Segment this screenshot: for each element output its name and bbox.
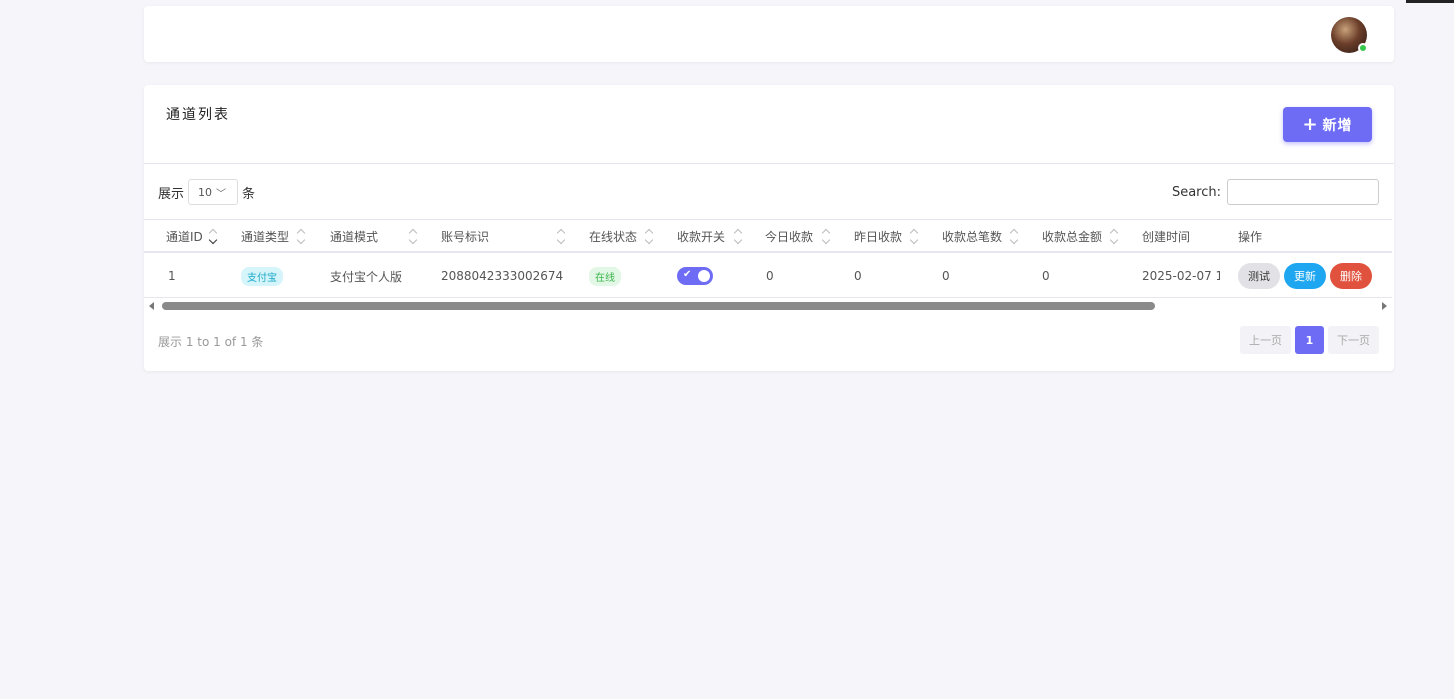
cell-yesterday: 0 bbox=[854, 269, 862, 283]
alipay-badge: 支付宝 bbox=[241, 266, 283, 286]
column-header-actions: 操作 bbox=[1238, 229, 1263, 244]
column-header-today[interactable]: 今日收款 bbox=[765, 220, 813, 252]
cell-status: 在线 bbox=[589, 254, 621, 298]
page-length-select[interactable]: 10 ﹀ bbox=[188, 179, 239, 205]
column-header-mode[interactable]: 通道模式 bbox=[330, 220, 378, 252]
window-corner-bar bbox=[1406, 0, 1454, 3]
cell-switch: ✔ bbox=[677, 254, 713, 298]
column-header-type[interactable]: 通道类型 bbox=[241, 220, 289, 252]
check-icon: ✔ bbox=[683, 269, 692, 280]
table-row: 1 支付宝 支付宝个人版 2088042333002674 在线 ✔ 0 0 0… bbox=[144, 254, 1392, 298]
table-header: 通道ID 通道类型 通道模式 账号标识 在线状态 收款开关 今日收款 昨日收款 … bbox=[144, 219, 1392, 253]
column-header-id[interactable]: 通道ID bbox=[166, 220, 203, 252]
scrollbar-thumb[interactable] bbox=[162, 302, 1155, 310]
chevron-down-icon: ﹀ bbox=[216, 188, 227, 200]
toggle-knob bbox=[698, 270, 710, 282]
add-channel-button[interactable]: + 新增 bbox=[1283, 107, 1372, 142]
search-input[interactable] bbox=[1227, 179, 1379, 205]
sort-icon[interactable] bbox=[909, 227, 919, 245]
cell-today: 0 bbox=[766, 269, 774, 283]
search-control: Search: bbox=[1172, 179, 1379, 205]
sort-icon[interactable] bbox=[644, 227, 654, 245]
table-info: 展示 1 to 1 of 1 条 bbox=[158, 335, 264, 349]
add-button-label: 新增 bbox=[1322, 117, 1353, 134]
sort-icon[interactable] bbox=[821, 227, 831, 245]
prev-page-button[interactable]: 上一页 bbox=[1240, 326, 1291, 354]
next-page-button[interactable]: 下一页 bbox=[1328, 326, 1379, 354]
test-button[interactable]: 测试 bbox=[1238, 263, 1280, 289]
cell-total-amount: 0 bbox=[1042, 269, 1050, 283]
page-length-value: 10 bbox=[198, 185, 213, 199]
column-header-account[interactable]: 账号标识 bbox=[441, 220, 489, 252]
sort-icon[interactable] bbox=[556, 227, 566, 245]
sort-icon[interactable] bbox=[408, 227, 418, 245]
cell-id: 1 bbox=[168, 269, 176, 283]
delete-button[interactable]: 删除 bbox=[1330, 263, 1372, 289]
sort-icon[interactable] bbox=[296, 227, 306, 245]
cell-account: 2088042333002674 bbox=[441, 269, 564, 283]
update-button[interactable]: 更新 bbox=[1284, 263, 1326, 289]
horizontal-scrollbar[interactable] bbox=[144, 299, 1392, 313]
channel-list-card: 通道列表 + 新增 展示 10 ﹀ 条 Search: 通道ID 通道类型 通道… bbox=[144, 85, 1394, 371]
search-label: Search: bbox=[1171, 184, 1221, 200]
pagination: 上一页 1 下一页 bbox=[1240, 326, 1379, 354]
cell-mode: 支付宝个人版 bbox=[330, 269, 403, 284]
page-title: 通道列表 bbox=[166, 107, 230, 123]
sort-icon[interactable] bbox=[1009, 227, 1019, 245]
length-suffix: 条 bbox=[242, 186, 256, 202]
cell-created: 2025-02-07 13 bbox=[1142, 269, 1220, 283]
column-header-yesterday[interactable]: 昨日收款 bbox=[854, 220, 902, 252]
online-status-dot bbox=[1358, 43, 1368, 53]
scroll-left-icon[interactable] bbox=[149, 302, 154, 310]
length-prefix: 展示 bbox=[158, 186, 185, 202]
column-header-created: 创建时间 bbox=[1142, 229, 1191, 244]
sort-icon[interactable] bbox=[1109, 227, 1119, 245]
scroll-right-icon[interactable] bbox=[1382, 302, 1387, 310]
page-1-button[interactable]: 1 bbox=[1295, 326, 1324, 354]
channel-table: 通道ID 通道类型 通道模式 账号标识 在线状态 收款开关 今日收款 昨日收款 … bbox=[144, 219, 1392, 299]
column-header-status[interactable]: 在线状态 bbox=[589, 220, 637, 252]
page-length-control: 展示 10 ﹀ 条 bbox=[158, 179, 255, 205]
column-header-total-amount[interactable]: 收款总金额 bbox=[1042, 220, 1102, 252]
column-header-switch[interactable]: 收款开关 bbox=[677, 220, 725, 252]
top-header-bar bbox=[144, 6, 1394, 62]
online-badge: 在线 bbox=[589, 266, 621, 286]
cell-total-count: 0 bbox=[942, 269, 950, 283]
user-avatar[interactable] bbox=[1331, 17, 1368, 53]
sort-icon[interactable] bbox=[733, 227, 743, 245]
column-header-total-count[interactable]: 收款总笔数 bbox=[942, 220, 1002, 252]
cell-type: 支付宝 bbox=[241, 254, 283, 298]
sort-icon[interactable] bbox=[208, 227, 218, 245]
header-divider bbox=[144, 163, 1394, 164]
payment-switch-toggle[interactable]: ✔ bbox=[677, 267, 713, 285]
cell-actions: 测试 更新 删除 bbox=[1238, 254, 1376, 298]
plus-icon: + bbox=[1302, 113, 1319, 135]
